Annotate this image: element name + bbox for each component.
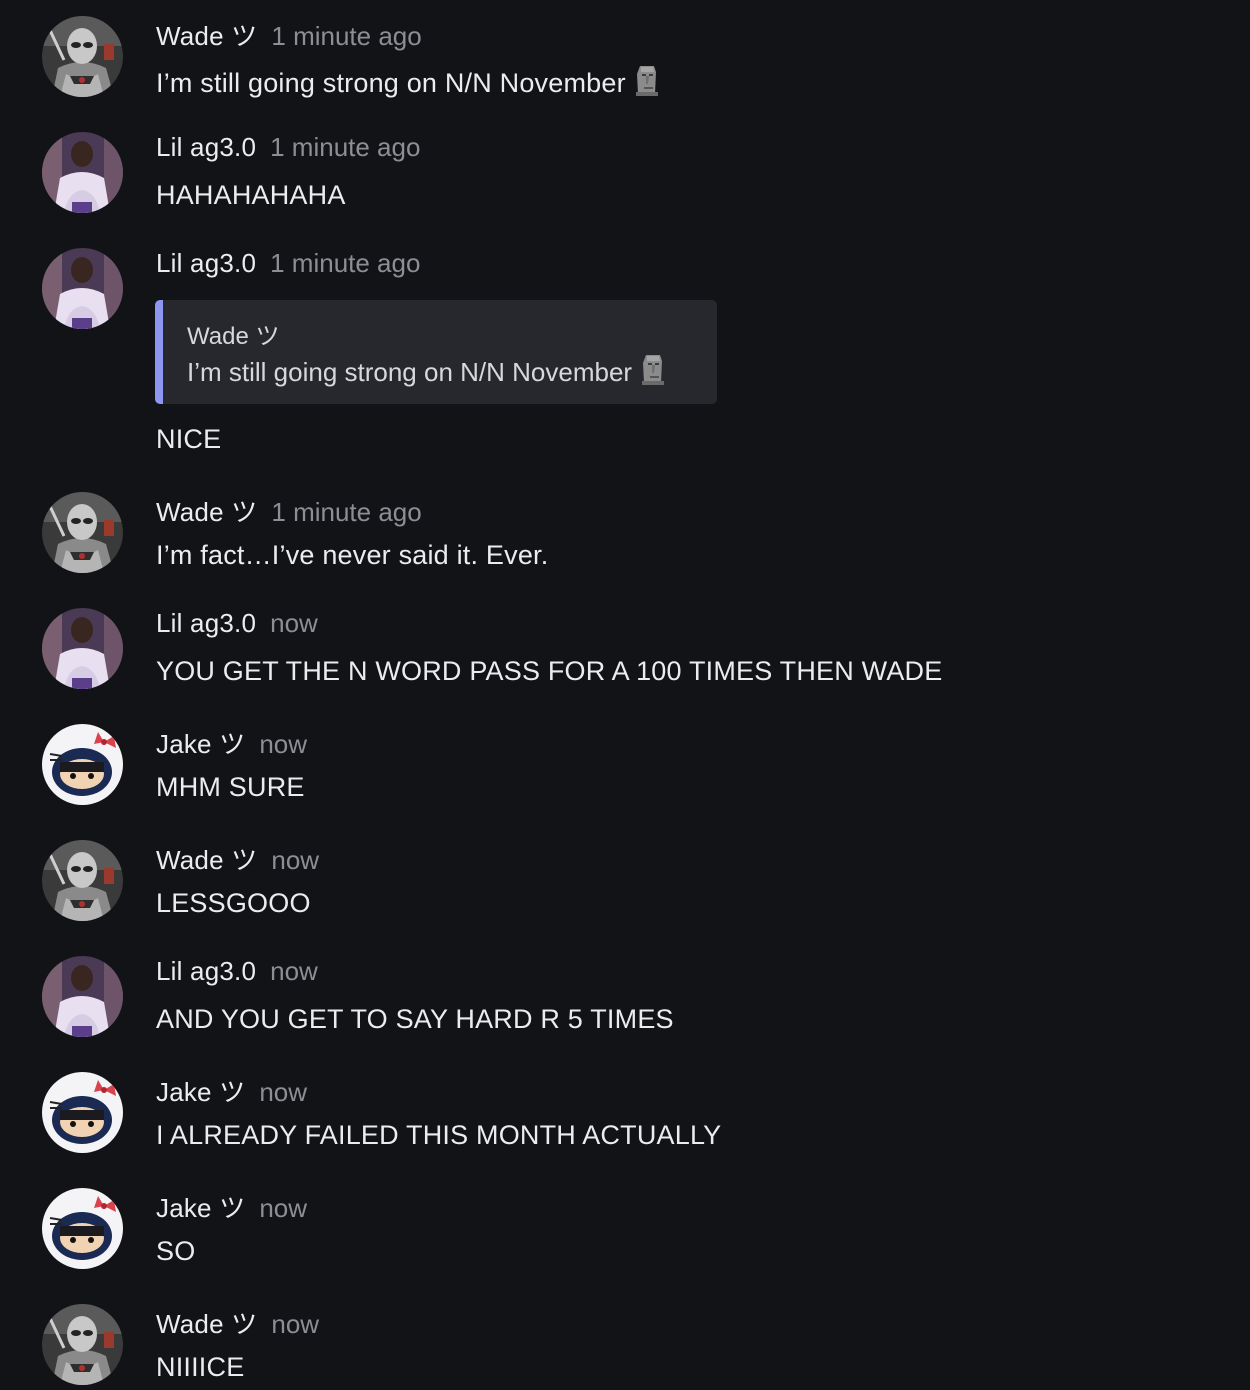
message-text: HAHAHAHAHA [156, 180, 346, 210]
message-header: Wade ツ now [156, 840, 320, 875]
avatar[interactable] [42, 724, 123, 805]
avatar[interactable] [42, 248, 123, 329]
message-header: Jake ツ now [156, 1188, 308, 1223]
avatar[interactable] [42, 840, 123, 921]
author-name[interactable]: Jake ツ [156, 729, 245, 759]
author-name[interactable]: Wade ツ [156, 497, 257, 527]
timestamp: now [271, 1309, 320, 1339]
message-text: LESSGOOO [156, 888, 311, 918]
message-header: Jake ツ now [156, 1072, 308, 1107]
reply-body: I’m still going strong on N/N November [187, 357, 633, 387]
timestamp: 1 minute ago [271, 497, 422, 527]
moai-emoji-icon [634, 64, 660, 105]
avatar[interactable] [42, 1304, 123, 1385]
message-header: Jake ツ now [156, 724, 308, 759]
avatar[interactable] [42, 132, 123, 213]
message-body: I’m still going strong on N/N November [156, 68, 626, 98]
avatar[interactable] [42, 492, 123, 573]
avatar[interactable] [42, 1072, 123, 1153]
author-name[interactable]: Lil ag3.0 [156, 248, 256, 278]
reply-author: Wade ツ [187, 323, 280, 350]
message-text: I’m still going strong on N/N November [156, 64, 660, 105]
message-header: Lil ag3.0 now [156, 608, 318, 642]
avatar[interactable] [42, 1188, 123, 1269]
author-name[interactable]: Lil ag3.0 [156, 956, 256, 986]
message-text: SO [156, 1236, 196, 1266]
timestamp: now [259, 1077, 308, 1107]
message-text: NIIIICE [156, 1352, 245, 1382]
message-text: NICE [156, 424, 222, 454]
timestamp: 1 minute ago [271, 21, 422, 51]
message-text: I’m fact…I’ve never said it. Ever. [156, 540, 549, 570]
reply-text: I’m still going strong on N/N November [187, 353, 666, 394]
message-header: Lil ag3.0 now [156, 956, 318, 990]
avatar[interactable] [42, 956, 123, 1037]
author-name[interactable]: Jake ツ [156, 1193, 245, 1223]
message-header: Wade ツ now [156, 1304, 320, 1339]
message-header: Lil ag3.0 1 minute ago [156, 248, 420, 282]
reply-quote[interactable]: Wade ツ I’m still going strong on N/N Nov… [155, 300, 717, 404]
message-text: I ALREADY FAILED THIS MONTH ACTUALLY [156, 1120, 722, 1150]
author-name[interactable]: Jake ツ [156, 1077, 245, 1107]
message-text: YOU GET THE N WORD PASS FOR A 100 TIMES … [156, 656, 943, 686]
author-name[interactable]: Wade ツ [156, 845, 257, 875]
author-name[interactable]: Lil ag3.0 [156, 132, 256, 162]
timestamp: now [270, 956, 318, 986]
timestamp: now [259, 1193, 308, 1223]
author-name[interactable]: Lil ag3.0 [156, 608, 256, 638]
chat-message-list: Wade ツ 1 minute ago I’m still going stron… [0, 0, 1250, 1390]
message-header: Wade ツ 1 minute ago [156, 16, 422, 51]
message-text: MHM SURE [156, 772, 305, 802]
message-text: AND YOU GET TO SAY HARD R 5 TIMES [156, 1004, 674, 1034]
timestamp: now [270, 608, 318, 638]
timestamp: now [271, 845, 320, 875]
author-name[interactable]: Wade ツ [156, 21, 257, 51]
avatar[interactable] [42, 16, 123, 97]
message-header: Wade ツ 1 minute ago [156, 492, 422, 527]
timestamp: now [259, 729, 308, 759]
timestamp: 1 minute ago [270, 132, 421, 162]
message-header: Lil ag3.0 1 minute ago [156, 132, 420, 166]
moai-emoji-icon [640, 353, 666, 394]
author-name[interactable]: Wade ツ [156, 1309, 257, 1339]
avatar[interactable] [42, 608, 123, 689]
timestamp: 1 minute ago [270, 248, 421, 278]
